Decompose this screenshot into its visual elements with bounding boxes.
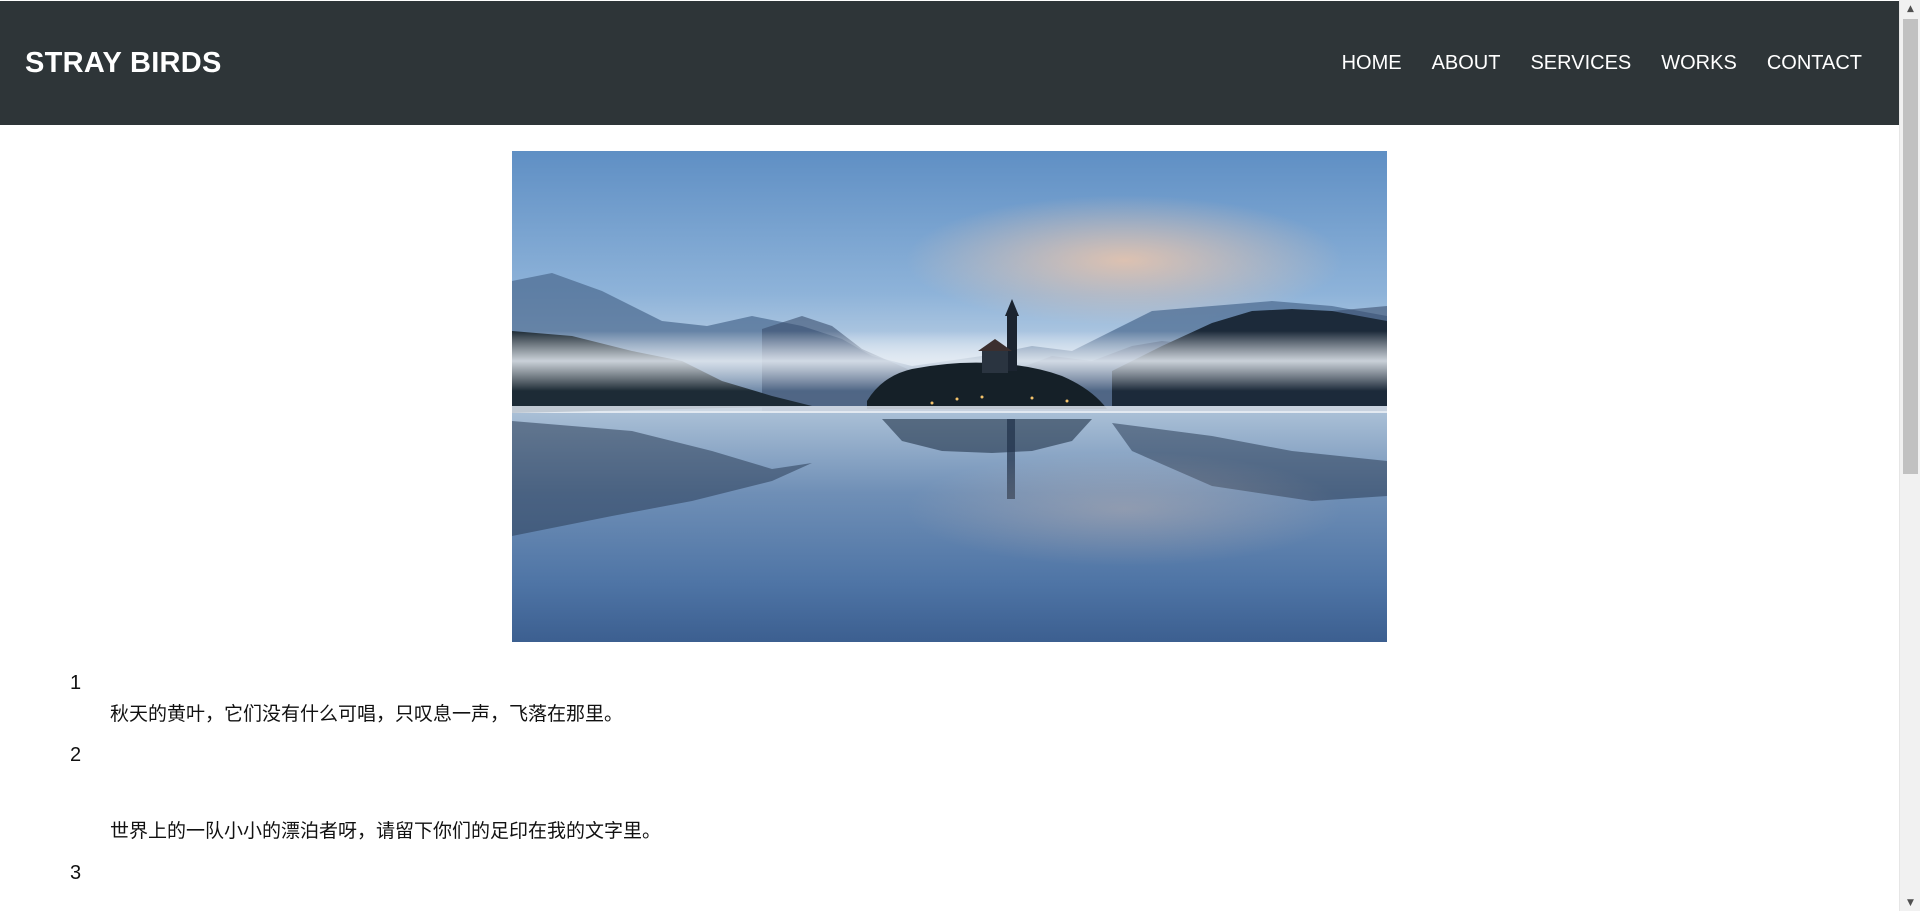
page: STRAY BIRDS HOME ABOUT SERVICES WORKS CO… xyxy=(0,0,1899,911)
lake-island-church-photo xyxy=(512,151,1387,642)
scroll-down-arrow-icon[interactable]: ▼ xyxy=(1900,894,1920,911)
poem-number: 2 xyxy=(70,744,82,766)
hero-image xyxy=(512,151,1387,642)
poem-number: 3 xyxy=(70,862,82,884)
site-logo[interactable]: STRAY BIRDS xyxy=(25,47,222,80)
nav-services[interactable]: SERVICES xyxy=(1530,52,1631,75)
nav-contact[interactable]: CONTACT xyxy=(1767,52,1862,75)
vertical-scrollbar[interactable]: ▲ ▼ xyxy=(1899,0,1920,911)
poem-text: 世界上的一队小小的漂泊者呀，请留下你们的足印在我的文字里。 xyxy=(110,820,662,842)
main-nav: HOME ABOUT SERVICES WORKS CONTACT xyxy=(1342,52,1862,75)
poem-number: 1 xyxy=(70,672,82,694)
nav-works[interactable]: WORKS xyxy=(1661,52,1737,75)
browser-viewport: STRAY BIRDS HOME ABOUT SERVICES WORKS CO… xyxy=(0,0,1920,911)
nav-home[interactable]: HOME xyxy=(1342,52,1402,75)
nav-about[interactable]: ABOUT xyxy=(1432,52,1501,75)
poem-text: 秋天的黄叶，它们没有什么可唱，只叹息一声，飞落在那里。 xyxy=(110,703,624,725)
scroll-thumb[interactable] xyxy=(1903,19,1918,474)
scroll-up-arrow-icon[interactable]: ▲ xyxy=(1900,0,1920,17)
site-header: STRAY BIRDS HOME ABOUT SERVICES WORKS CO… xyxy=(0,1,1899,125)
